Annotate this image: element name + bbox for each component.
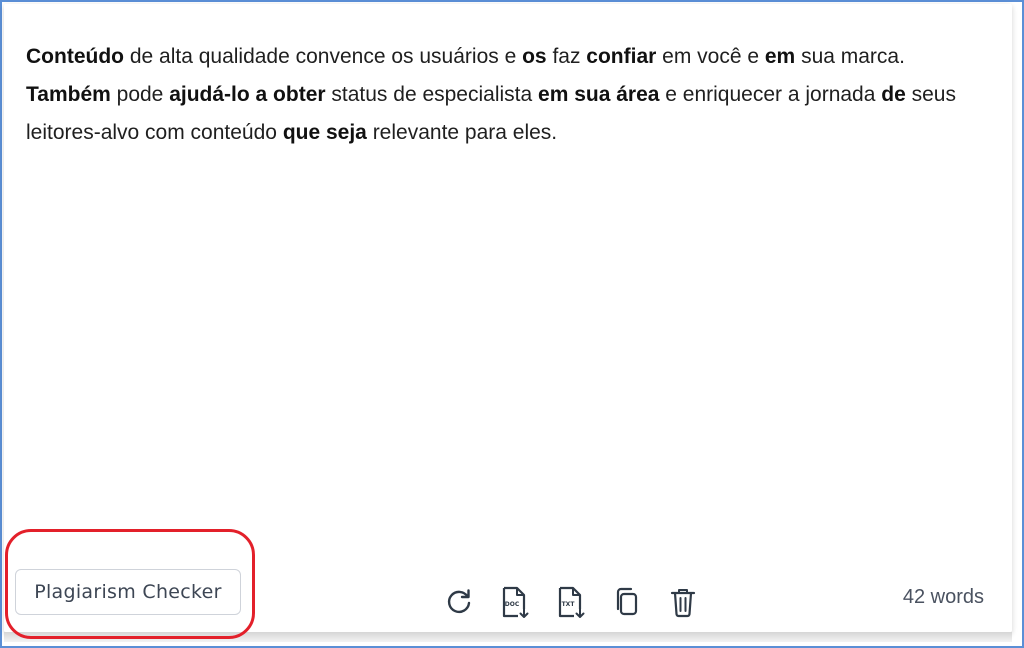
- download-doc-button[interactable]: DOC: [498, 584, 532, 620]
- download-txt-button[interactable]: TXT: [554, 584, 588, 620]
- download-doc-icon: DOC: [502, 586, 529, 618]
- trash-icon: [670, 589, 696, 618]
- bold-text-run: de: [881, 83, 906, 106]
- text-run: status de especialista: [325, 83, 539, 106]
- bold-text-run: os: [522, 45, 547, 68]
- refresh-icon: [447, 589, 471, 614]
- text-run: pode: [110, 83, 170, 106]
- download-txt-icon: TXT: [558, 586, 585, 618]
- editor-text-area[interactable]: Conteúdo de alta qualidade convence os u…: [26, 38, 991, 152]
- bold-text-run: confiar: [586, 45, 657, 68]
- text-run: em você e: [656, 45, 765, 68]
- text-run: faz: [546, 45, 587, 68]
- red-highlight-annotation: [5, 529, 255, 639]
- refresh-button[interactable]: [442, 584, 476, 620]
- doc-badge-text: DOC: [505, 601, 520, 608]
- text-run: de alta qualidade convence os usuários e: [123, 45, 523, 68]
- bold-text-run: Também: [26, 83, 111, 106]
- bold-text-run: ajudá-lo a obter: [169, 83, 326, 106]
- txt-badge-text: TXT: [562, 601, 576, 608]
- delete-button[interactable]: [666, 584, 700, 620]
- copy-icon: [616, 587, 638, 616]
- bold-text-run: que seja: [282, 121, 367, 144]
- text-run: sua marca.: [795, 45, 905, 68]
- bold-text-run: em sua área: [538, 83, 660, 106]
- editor-toolbar: DOC TXT: [442, 582, 700, 622]
- copy-button[interactable]: [610, 584, 644, 620]
- bold-text-run: em: [764, 45, 796, 68]
- text-run: e enriquecer a jornada: [659, 83, 882, 106]
- text-run: relevante para eles.: [366, 121, 558, 144]
- word-count: 42 words: [902, 586, 984, 608]
- bold-text-run: Conteúdo: [26, 45, 124, 68]
